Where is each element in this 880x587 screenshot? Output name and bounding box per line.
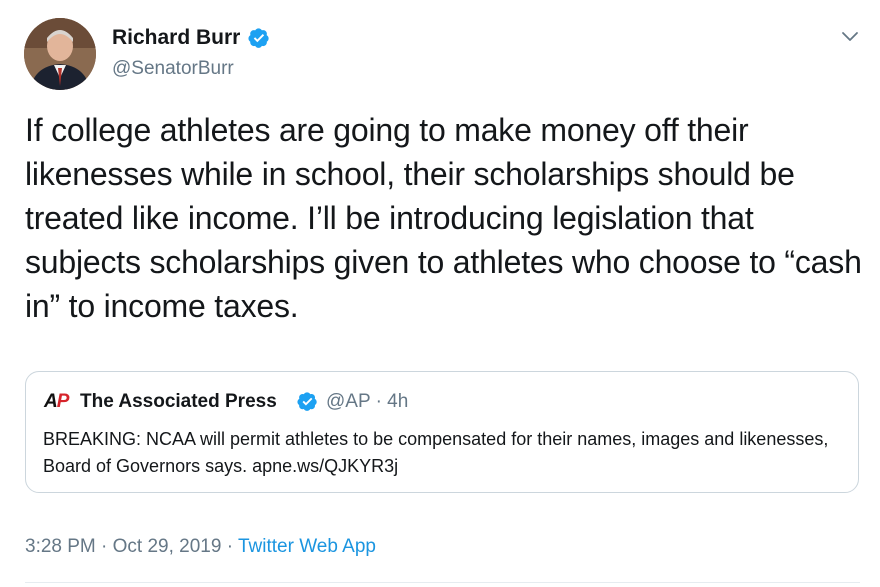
quoted-tweet-card[interactable]: AP The Associated Press @AP · 4h BREAKIN…	[25, 371, 859, 493]
divider	[25, 582, 860, 583]
tweet-timestamp[interactable]: 3:28 PM · Oct 29, 2019 ·	[25, 536, 238, 557]
chevron-down-icon[interactable]	[838, 26, 862, 46]
verified-badge-icon	[248, 28, 269, 48]
avatar-image	[24, 18, 96, 90]
tweet: Richard Burr @SenatorBurr If college ath…	[0, 0, 880, 587]
quoted-author-display-name: The Associated Press	[80, 391, 277, 412]
quoted-tweet-text: BREAKING: NCAA will permit athletes to b…	[43, 429, 829, 476]
quoted-author-handle-time: @AP · 4h	[326, 391, 409, 412]
ap-logo: AP	[44, 391, 69, 412]
verified-badge-icon	[297, 392, 317, 411]
tweet-source-link[interactable]: Twitter Web App	[238, 536, 376, 557]
author-display-name[interactable]: Richard Burr	[112, 24, 240, 52]
tweet-metadata: 3:28 PM · Oct 29, 2019 · Twitter Web App	[25, 533, 376, 561]
tweet-text: If college athletes are going to make mo…	[25, 112, 862, 324]
author-handle[interactable]: @SenatorBurr	[112, 56, 234, 82]
avatar[interactable]	[24, 18, 96, 90]
